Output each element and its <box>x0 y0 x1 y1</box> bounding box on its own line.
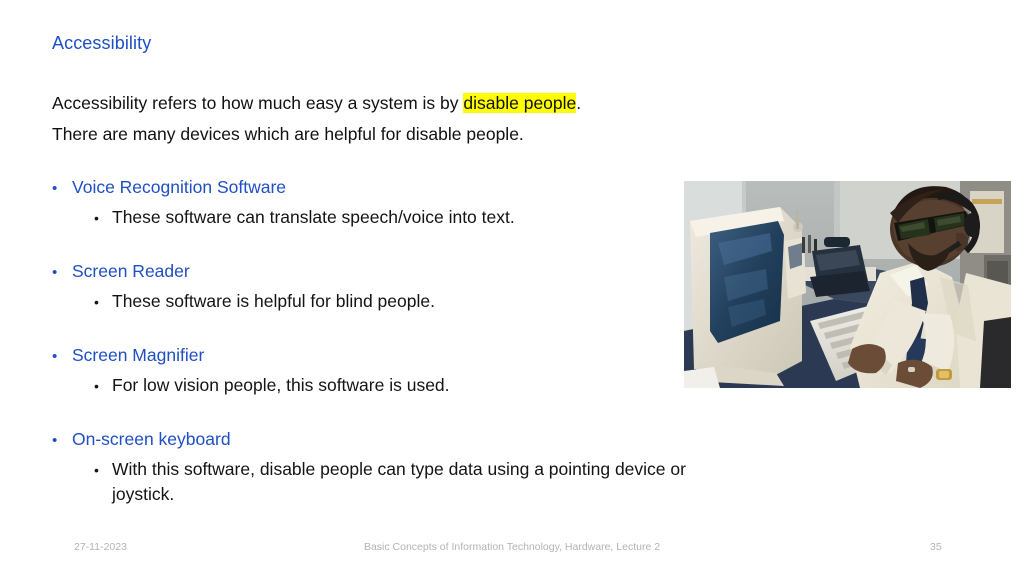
sub-bullet-dot-icon: • <box>94 462 99 478</box>
intro-text-before: Accessibility refers to how much easy a … <box>52 93 464 113</box>
intro-text-after: . <box>576 93 582 113</box>
intro-line-two: There are many devices which are helpful… <box>52 124 524 144</box>
sub-bullet-dot-icon: • <box>94 294 99 310</box>
bullet-heading-label: Voice Recognition Software <box>72 177 287 197</box>
highlighted-phrase: disable people <box>463 93 577 113</box>
bullet-heading-screen-magnifier: • Screen Magnifier <box>52 342 752 370</box>
bullet-detail-screen-magnifier: • For low vision people, this software i… <box>94 373 752 399</box>
bullet-dot-icon: • <box>52 180 58 197</box>
footer-page-number: 35 <box>930 541 942 553</box>
bullet-heading-label: On-screen keyboard <box>72 429 231 449</box>
slide-footer: 27-11-2023 Basic Concepts of Information… <box>0 541 1024 561</box>
sub-bullet-dot-icon: • <box>94 378 99 394</box>
bullet-dot-icon: • <box>52 348 58 365</box>
sub-bullet-dot-icon: • <box>94 210 99 226</box>
bullet-detail-label: These software is helpful for blind peop… <box>112 291 435 311</box>
bullet-detail-on-screen-keyboard: • With this software, disable people can… <box>94 457 752 507</box>
presentation-slide: Accessibility Accessibility refers to ho… <box>0 0 1024 576</box>
bullet-heading-label: Screen Magnifier <box>72 345 205 365</box>
bullet-dot-icon: • <box>52 264 58 281</box>
intro-paragraph: Accessibility refers to how much easy a … <box>52 88 672 150</box>
bullet-detail-screen-reader: • These software is helpful for blind pe… <box>94 289 752 315</box>
bullet-detail-voice-recognition: • These software can translate speech/vo… <box>94 205 752 231</box>
bullet-group-screen-magnifier: • Screen Magnifier • For low vision peop… <box>52 342 752 399</box>
bullet-heading-screen-reader: • Screen Reader <box>52 258 752 286</box>
bullet-heading-on-screen-keyboard: • On-screen keyboard <box>52 426 752 454</box>
photo-illustration <box>684 181 1011 388</box>
bullet-dot-icon: • <box>52 432 58 449</box>
bullet-detail-label: These software can translate speech/voic… <box>112 207 515 227</box>
bullet-group-screen-reader: • Screen Reader • These software is help… <box>52 258 752 315</box>
footer-course-title: Basic Concepts of Information Technology… <box>363 541 661 553</box>
bullet-group-voice-recognition: • Voice Recognition Software • These sof… <box>52 174 752 231</box>
slide-title: Accessibility <box>52 33 152 53</box>
bullet-detail-label: For low vision people, this software is … <box>112 375 450 395</box>
bullet-heading-voice-recognition: • Voice Recognition Software <box>52 174 752 202</box>
accessibility-bullet-list: • Voice Recognition Software • These sof… <box>52 174 752 507</box>
bullet-detail-label: With this software, disable people can t… <box>112 459 686 504</box>
accessibility-photo <box>684 181 1011 388</box>
bullet-group-on-screen-keyboard: • On-screen keyboard • With this softwar… <box>52 426 752 507</box>
bullet-heading-label: Screen Reader <box>72 261 190 281</box>
